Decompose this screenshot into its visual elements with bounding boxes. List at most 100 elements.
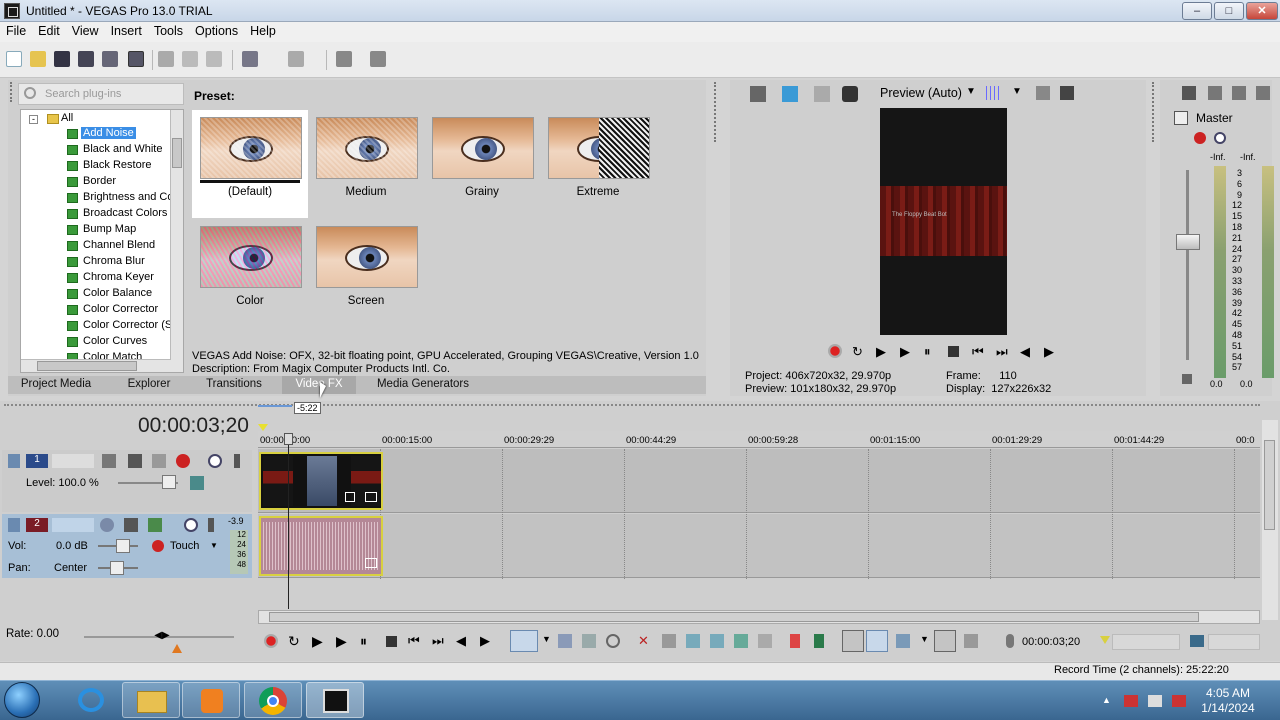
overlays-icon[interactable]: [986, 86, 1000, 100]
save-as-icon[interactable]: [78, 51, 94, 67]
playhead-cursor[interactable]: [288, 433, 289, 609]
vol-slider[interactable]: [116, 539, 130, 553]
downmix-icon[interactable]: [1182, 86, 1196, 100]
stop-icon[interactable]: [948, 346, 959, 357]
insert-marker-icon[interactable]: [790, 634, 800, 648]
track-fx-icon[interactable]: [176, 454, 190, 468]
play-icon[interactable]: ▶: [336, 633, 347, 650]
auto-crossfade-icon[interactable]: [896, 634, 910, 648]
action-center-icon[interactable]: [1124, 695, 1138, 707]
tree-item[interactable]: Brightness and Co: [67, 191, 176, 206]
selection-length-field[interactable]: [1208, 634, 1260, 650]
tree-item[interactable]: Broadcast Colors: [67, 207, 169, 222]
solo-icon[interactable]: [234, 454, 240, 468]
render-as-icon[interactable]: [102, 51, 118, 67]
video-track-header[interactable]: 1 Level: 100.0 %: [2, 450, 252, 512]
tab-media-generators[interactable]: Media Generators: [372, 376, 474, 394]
event-fx-icon[interactable]: [365, 558, 377, 568]
chevron-down-icon[interactable]: ▼: [542, 634, 551, 644]
tree-item-add-noise[interactable]: Add Noise: [67, 127, 136, 142]
tree-item[interactable]: Black Restore: [67, 159, 153, 174]
plugin-tree[interactable]: - All Add Noise Black and White Black Re…: [20, 109, 184, 373]
mute-icon[interactable]: [184, 518, 198, 532]
playhead-handle[interactable]: [284, 433, 293, 445]
parent-override-icon[interactable]: [190, 476, 204, 490]
selection-tool-icon[interactable]: [582, 634, 596, 648]
loop-playback-icon[interactable]: ↻: [288, 633, 300, 650]
chevron-down-icon[interactable]: ▼: [920, 634, 929, 644]
panel-grip[interactable]: [10, 82, 16, 102]
stop-icon[interactable]: [386, 636, 397, 647]
trim-icon[interactable]: [662, 634, 676, 648]
audio-track-header[interactable]: 2 -3.9 12 24 36 48 Vol: 0.0 dB Touch ▼ Pan:…: [2, 514, 252, 578]
video-fx-icon[interactable]: [814, 86, 830, 102]
rate-slider[interactable]: ◀▶: [150, 630, 174, 644]
play-from-start-icon[interactable]: ▶: [312, 633, 323, 650]
vegas-taskbar-icon[interactable]: [306, 682, 364, 718]
paste-icon[interactable]: [206, 51, 222, 67]
tree-item[interactable]: Color Corrector (S: [67, 319, 174, 334]
chevron-down-icon[interactable]: ▼: [966, 86, 976, 97]
timeline-vertical-scrollbar[interactable]: [1262, 420, 1278, 620]
tree-item[interactable]: Border: [67, 175, 118, 190]
collapse-icon[interactable]: -: [29, 115, 38, 124]
project-properties-icon[interactable]: [750, 86, 766, 102]
mixer-menu-icon[interactable]: [1256, 86, 1270, 100]
preset-thumb-default[interactable]: [200, 117, 302, 179]
previous-frame-icon[interactable]: ◀: [456, 633, 466, 649]
pause-icon[interactable]: ⏸: [360, 633, 367, 650]
master-fader[interactable]: [1176, 234, 1200, 250]
menu-options[interactable]: Options: [189, 22, 244, 40]
tree-item[interactable]: Channel Blend: [67, 239, 157, 254]
media-player-icon[interactable]: [182, 682, 240, 718]
cut-icon[interactable]: [158, 51, 174, 67]
scroll-thumb[interactable]: [37, 361, 137, 371]
preset-thumb-screen[interactable]: [316, 226, 418, 288]
track-name-field[interactable]: [52, 454, 94, 468]
taskbar-clock[interactable]: 4:05 AM 1/14/2024: [1196, 686, 1260, 716]
video-event-clip[interactable]: [259, 452, 383, 510]
automation-icon[interactable]: [148, 518, 162, 532]
automation-icon[interactable]: [152, 454, 166, 468]
preset-thumb-color[interactable]: [200, 226, 302, 288]
save-icon[interactable]: [54, 51, 70, 67]
event-pan-crop-icon[interactable]: [345, 492, 355, 502]
track-expand-icon[interactable]: [8, 454, 20, 468]
tree-item[interactable]: Black and White: [67, 143, 164, 158]
trim-end-icon[interactable]: [710, 634, 724, 648]
play-icon[interactable]: ▶: [900, 344, 910, 360]
delete-icon[interactable]: ✕: [638, 633, 649, 649]
event-fx-icon[interactable]: [365, 492, 377, 502]
tree-item[interactable]: Bump Map: [67, 223, 138, 238]
panel-grip[interactable]: [714, 82, 722, 142]
selection-start-field[interactable]: [1112, 634, 1180, 650]
tree-item[interactable]: Color Corrector: [67, 303, 160, 318]
external-monitor-icon[interactable]: [782, 86, 798, 102]
automation-mode-dropdown[interactable]: Touch: [170, 540, 199, 552]
track-name-field[interactable]: [52, 518, 94, 532]
scroll-thumb[interactable]: [172, 138, 182, 168]
search-plugins-input[interactable]: Search plug-ins: [18, 83, 184, 105]
composite-mode-icon[interactable]: [102, 454, 116, 468]
go-to-end-icon[interactable]: ⏭: [996, 344, 1008, 360]
next-frame-icon[interactable]: ▶: [480, 633, 490, 649]
tree-item[interactable]: Color Curves: [67, 335, 149, 350]
power-icon[interactable]: [1148, 695, 1162, 707]
split-screen-icon[interactable]: [842, 86, 858, 102]
minimize-button[interactable]: –: [1182, 2, 1212, 20]
tree-vertical-scrollbar[interactable]: [170, 110, 183, 372]
show-hidden-icons-icon[interactable]: ▲: [1102, 695, 1111, 705]
loop-region-marker[interactable]: -5:22: [294, 402, 321, 414]
chevron-down-icon[interactable]: ▼: [210, 541, 218, 550]
mute-icon[interactable]: [1232, 86, 1246, 100]
tab-explorer[interactable]: Explorer: [118, 376, 180, 394]
preview-quality-dropdown[interactable]: Preview (Auto): [880, 86, 962, 100]
normal-edit-tool-icon[interactable]: [510, 630, 538, 652]
menu-insert[interactable]: Insert: [105, 22, 148, 40]
copy-snapshot-icon[interactable]: [1036, 86, 1050, 100]
track-motion-icon[interactable]: [128, 454, 142, 468]
whats-this-help-icon[interactable]: [370, 51, 386, 67]
lock-icon[interactable]: [1182, 374, 1192, 384]
tree-horizontal-scrollbar[interactable]: [21, 359, 171, 372]
envelope-tool-icon[interactable]: [558, 634, 572, 648]
